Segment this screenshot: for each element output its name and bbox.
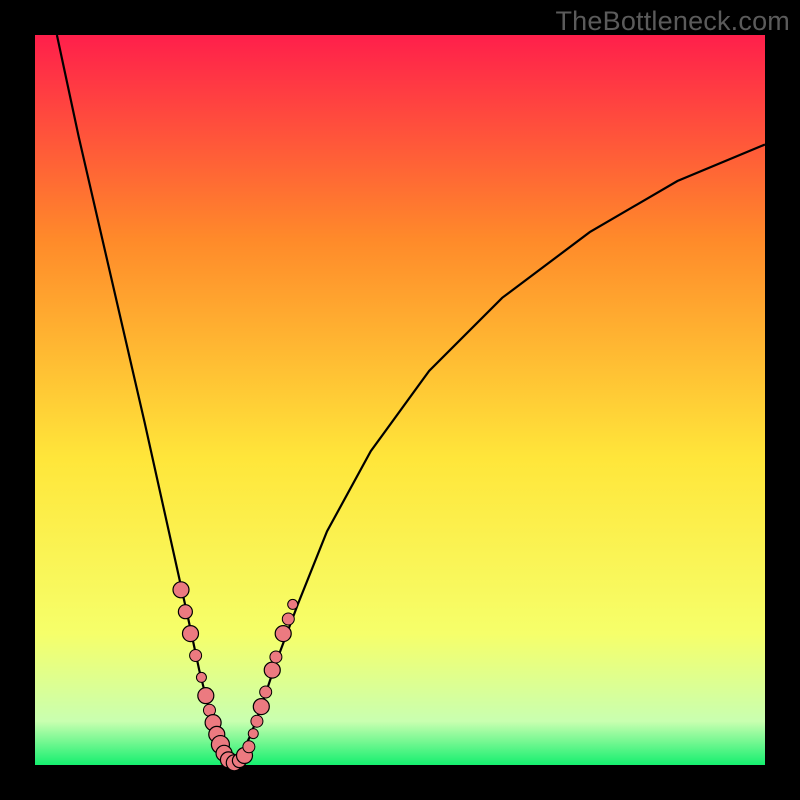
marker-dot bbox=[198, 688, 214, 704]
marker-dot bbox=[182, 626, 198, 642]
marker-dot bbox=[196, 672, 206, 682]
curve-bottleneck-curve-right bbox=[232, 145, 765, 766]
marker-dot bbox=[275, 626, 291, 642]
curve-layer bbox=[35, 35, 765, 765]
marker-dot bbox=[178, 605, 192, 619]
marker-dot bbox=[260, 686, 272, 698]
curve-bottleneck-curve-left bbox=[57, 35, 232, 765]
curve-group bbox=[57, 35, 765, 765]
dots-group bbox=[173, 582, 298, 771]
marker-dot bbox=[190, 650, 202, 662]
plot-area bbox=[35, 35, 765, 765]
chart-frame: TheBottleneck.com bbox=[0, 0, 800, 800]
marker-dot bbox=[288, 599, 298, 609]
watermark-text: TheBottleneck.com bbox=[555, 6, 790, 37]
marker-dot bbox=[243, 741, 255, 753]
marker-dot bbox=[282, 613, 294, 625]
marker-dot bbox=[248, 729, 258, 739]
marker-dot bbox=[270, 651, 282, 663]
marker-dot bbox=[173, 582, 189, 598]
marker-dot bbox=[251, 715, 263, 727]
marker-dot bbox=[253, 699, 269, 715]
marker-dot bbox=[264, 662, 280, 678]
